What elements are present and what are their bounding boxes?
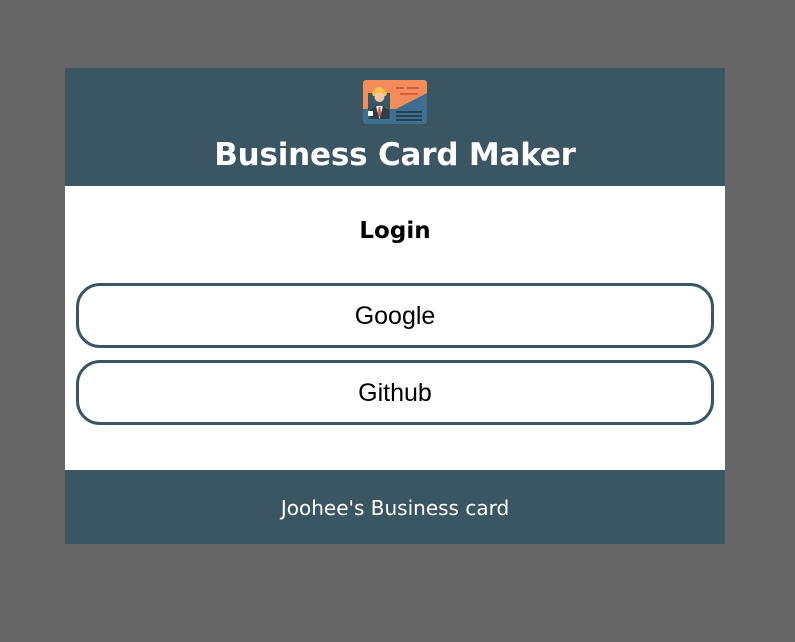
login-panel: Business Card Maker Login Google Github … [65,68,725,544]
login-heading: Login [359,218,431,244]
google-login-button[interactable]: Google [76,283,714,348]
app-title: Business Card Maker [214,137,576,173]
footer-text: Joohee's Business card [280,496,510,520]
business-card-icon [363,80,427,124]
footer: Joohee's Business card [65,470,725,544]
header: Business Card Maker [65,68,725,186]
github-login-button[interactable]: Github [76,360,714,425]
